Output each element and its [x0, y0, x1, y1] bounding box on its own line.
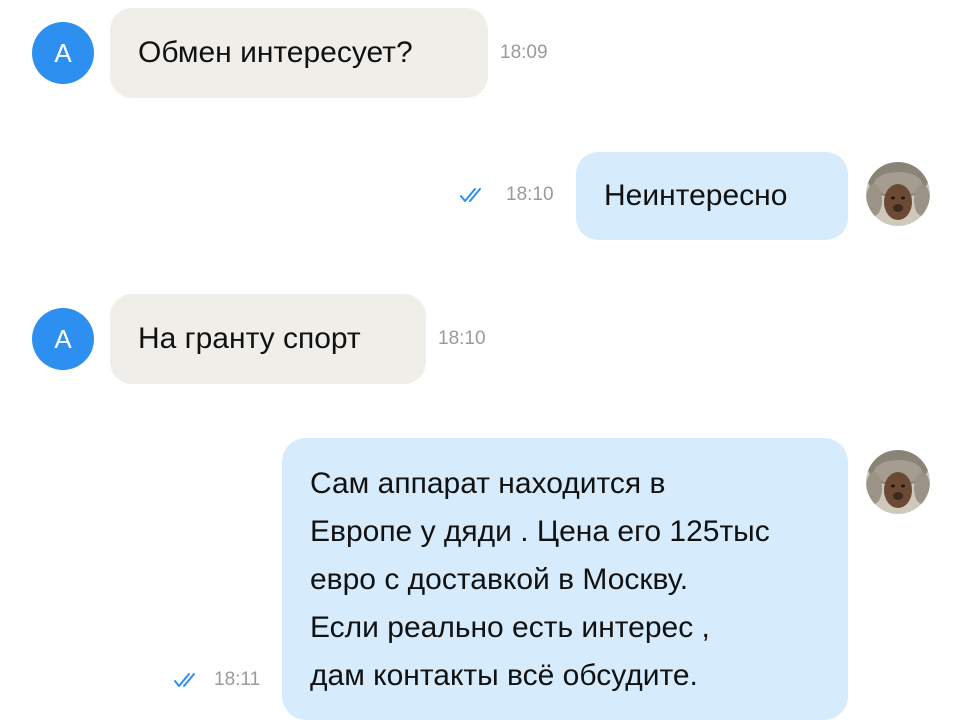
message-text-line: Европе у дяди . Цена его 125тыс: [310, 515, 770, 548]
message-text-line: дам контакты всё обсудите.: [310, 659, 698, 692]
message-bubble-outgoing[interactable]: Сам аппарат находится в Европе у дяди . …: [282, 438, 848, 720]
double-check-icon: [460, 188, 481, 202]
message-bubble-incoming[interactable]: На гранту спорт: [110, 294, 426, 384]
message-text-line: Если реально есть интерес ,: [310, 611, 710, 644]
message-bubble-outgoing[interactable]: Неинтересно: [576, 152, 848, 240]
message-time: 18:10: [506, 184, 554, 205]
message-text: На гранту спорт: [138, 322, 361, 355]
chat-thread: А Обмен интересует? 18:09 18:10 Неинтере…: [0, 0, 960, 720]
message-bubble-incoming[interactable]: Обмен интересует?: [110, 8, 488, 98]
sender-avatar[interactable]: А: [32, 22, 94, 84]
message-time: 18:10: [438, 328, 486, 349]
user-avatar[interactable]: [866, 162, 930, 226]
message-time: 18:09: [500, 42, 548, 63]
user-photo-image: [866, 450, 930, 514]
double-check-icon: [174, 673, 195, 687]
message-text-line: евро с доставкой в Москву.: [310, 563, 689, 596]
user-photo-image: [866, 162, 930, 226]
message-text: Обмен интересует?: [138, 36, 413, 69]
message-time: 18:11: [214, 669, 261, 690]
message-text: Неинтересно: [604, 179, 788, 212]
user-avatar[interactable]: [866, 450, 930, 514]
sender-avatar[interactable]: А: [32, 308, 94, 370]
message-text-line: Сам аппарат находится в: [310, 467, 666, 500]
